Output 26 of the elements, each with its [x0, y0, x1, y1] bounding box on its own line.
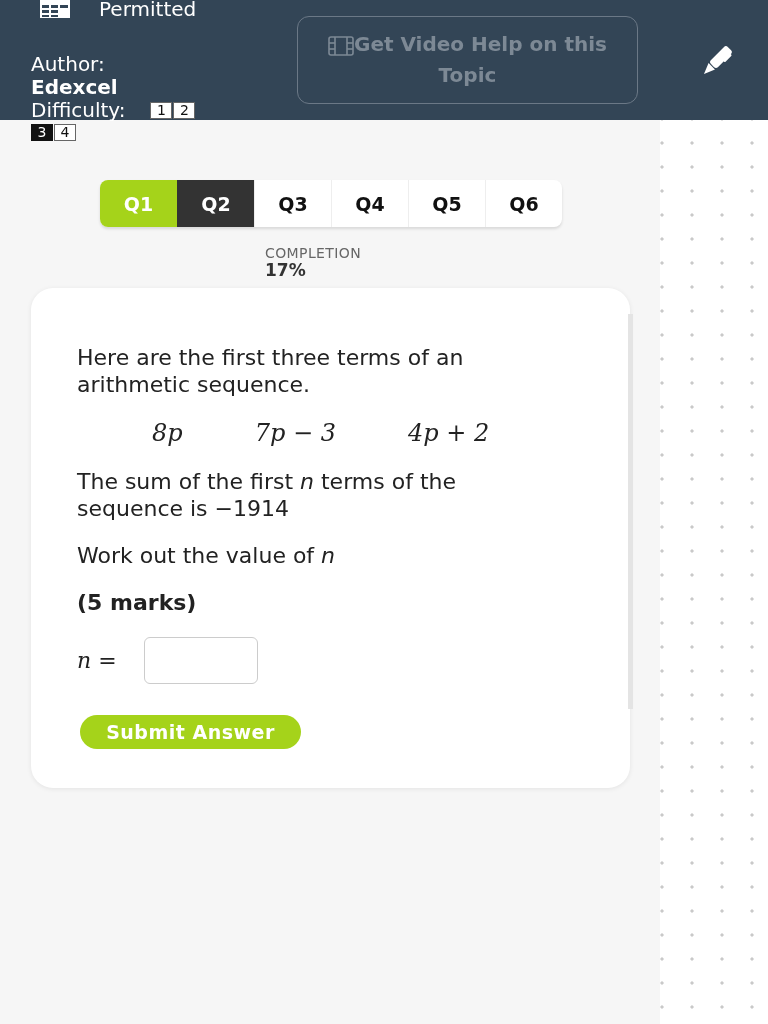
question-tab[interactable]: Q2	[177, 180, 254, 227]
answer-field[interactable]	[143, 637, 258, 684]
math-term: 8p	[152, 418, 183, 448]
scroll-bar[interactable]	[628, 314, 633, 709]
completion-value: 17%	[265, 261, 307, 280]
author-label: Author:	[31, 53, 106, 76]
film-icon	[328, 36, 354, 56]
question-text: Work out the value of n	[77, 542, 337, 569]
difficulty-label: Difficulty:	[31, 99, 126, 122]
question-text: Here are the first three terms of an arithmetic sequence.	[77, 344, 465, 398]
math-term: 4p + 2	[407, 418, 490, 448]
answer-label: n =	[77, 647, 117, 674]
difficulty-level: 2	[173, 102, 196, 119]
question-tab[interactable]: Q5	[408, 180, 485, 227]
question-tab[interactable]: Q3	[254, 180, 331, 227]
completion-label: COMPLETION	[265, 245, 362, 261]
question-tab[interactable]: Q4	[331, 180, 408, 227]
difficulty-level: 4	[54, 124, 76, 141]
difficulty-level: 3	[31, 124, 53, 141]
math-term: 7p − 3	[254, 418, 336, 448]
author-name: Edexcel	[31, 76, 119, 99]
marks-label: (5 marks)	[77, 589, 198, 616]
question-text: The sum of the first n terms of the sequence is −1914	[77, 468, 457, 522]
question-tab[interactable]: Q6	[485, 180, 562, 227]
difficulty-level: 1	[150, 102, 173, 119]
calculator-status: Permitted	[99, 0, 197, 18]
